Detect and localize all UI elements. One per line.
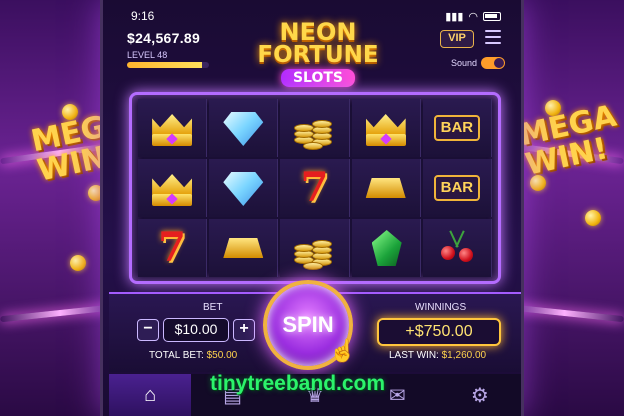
vip-button[interactable]: VIP xyxy=(440,30,474,48)
reel-cell xyxy=(138,99,208,157)
crown-icon xyxy=(362,106,410,150)
winnings-label: WINNINGS xyxy=(415,302,467,313)
level-progress-bar xyxy=(127,62,209,68)
sound-label: Sound xyxy=(451,58,478,68)
phone-screen: 9:16 ▮▮▮ ◠ $24,567.89 LEVEL 48 NEON FORT… xyxy=(100,0,524,416)
logo-line-2: FORTUNE xyxy=(257,42,379,68)
bar-icon: BAR xyxy=(433,115,480,141)
wifi-icon: ◠ xyxy=(468,10,478,23)
pointer-hand-icon: ☝ xyxy=(329,338,357,363)
coin-icon xyxy=(585,210,601,226)
level-label: LEVEL 48 xyxy=(127,50,168,60)
reel-cell xyxy=(351,219,421,277)
reel-cell: BAR xyxy=(422,99,492,157)
reel-cell: 7 xyxy=(138,219,208,277)
reel-cell xyxy=(422,219,492,277)
coins-icon xyxy=(290,226,338,270)
status-time: 9:16 xyxy=(131,9,155,23)
logo-line-3: SLOTS xyxy=(280,69,356,87)
bar-icon: BAR xyxy=(433,175,480,201)
coin-icon xyxy=(62,104,78,120)
reel-cell xyxy=(280,99,350,157)
bet-increase-button[interactable]: + xyxy=(233,319,255,341)
last-win: LAST WIN: $1,260.00 xyxy=(389,350,486,361)
sound-toggle[interactable] xyxy=(481,57,505,69)
total-bet-label: TOTAL BET: xyxy=(149,350,204,361)
reel-cell: BAR xyxy=(422,159,492,217)
spin-label: SPIN xyxy=(282,312,334,337)
total-bet: TOTAL BET: $50.00 xyxy=(149,350,237,361)
last-win-value: $1,260.00 xyxy=(441,350,487,361)
gold-bar-icon xyxy=(362,166,410,210)
spin-button[interactable]: SPIN ☝ xyxy=(263,280,357,370)
gold-bar-icon xyxy=(219,226,267,270)
game-logo: NEON FORTUNE SLOTS xyxy=(253,20,383,87)
reel-cell xyxy=(280,219,350,277)
reel-frame: BAR 7 BAR 7 xyxy=(129,92,501,284)
coin-icon xyxy=(545,100,561,116)
coin-icon xyxy=(70,255,86,271)
nav-settings-icon[interactable]: ⚙ xyxy=(439,374,521,416)
reel-cell xyxy=(209,219,279,277)
reel-cell: 7 xyxy=(280,159,350,217)
seven-icon: 7 xyxy=(300,164,329,211)
coin-icon xyxy=(530,175,546,191)
logo-line-1: NEON xyxy=(279,18,357,46)
balance: $24,567.89 xyxy=(127,30,201,46)
level-progress-fill xyxy=(127,62,203,68)
menu-icon[interactable] xyxy=(485,30,501,44)
bet-decrease-button[interactable]: − xyxy=(137,319,159,341)
reel-cell xyxy=(209,99,279,157)
coins-icon xyxy=(290,106,338,150)
nav-home-icon[interactable]: ⌂ xyxy=(109,374,192,416)
emerald-icon xyxy=(362,226,410,270)
last-win-label: LAST WIN: xyxy=(389,350,439,361)
bet-stepper: − $10.00 + xyxy=(137,318,255,342)
crown-icon xyxy=(148,166,196,210)
total-bet-value: $50.00 xyxy=(206,350,238,361)
reel-grid: BAR 7 BAR 7 xyxy=(138,99,492,277)
signal-icon: ▮▮▮ xyxy=(445,10,464,23)
cherries-icon xyxy=(433,226,481,270)
battery-icon xyxy=(483,11,501,21)
winnings-value: +$750.00 xyxy=(377,318,501,346)
watermark: tinytreeband.com xyxy=(210,372,386,395)
bet-value: $10.00 xyxy=(163,318,229,342)
bet-label: BET xyxy=(203,302,223,313)
reel-cell xyxy=(351,99,421,157)
diamond-icon xyxy=(219,166,267,210)
reel-cell xyxy=(138,159,208,217)
reel-cell xyxy=(351,159,421,217)
crown-icon xyxy=(148,106,196,150)
diamond-icon xyxy=(219,106,267,150)
seven-icon: 7 xyxy=(158,224,187,271)
reel-cell xyxy=(209,159,279,217)
